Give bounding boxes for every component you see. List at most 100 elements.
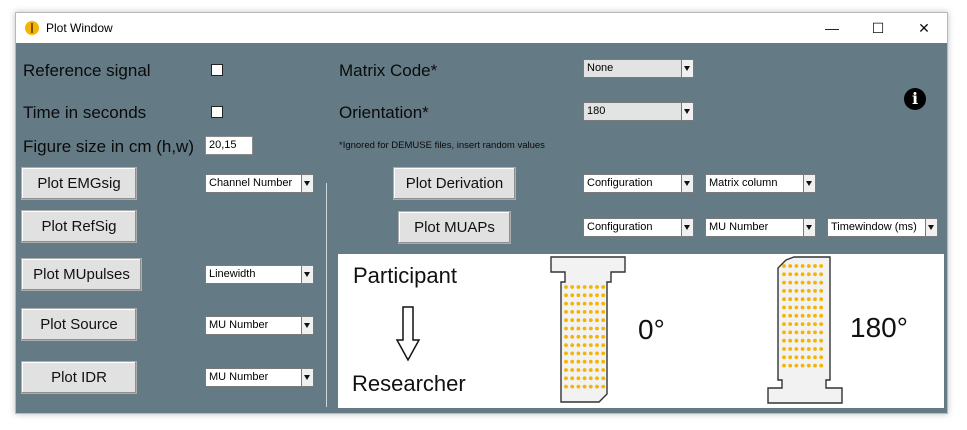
electrode-dot (564, 376, 568, 381)
electrode-dot (601, 359, 606, 364)
electrode-dot (582, 285, 587, 289)
plot-muaps-button[interactable]: Plot MUAPs (398, 211, 511, 244)
electrode-dot (782, 330, 786, 335)
electrode-dot (595, 310, 599, 314)
electrode-dot (588, 334, 593, 339)
reference-signal-checkbox[interactable] (211, 64, 223, 76)
derivation-configuration-dropdown[interactable]: Configuration (583, 174, 694, 193)
electrode-dot (588, 318, 593, 323)
electrode-dot (806, 363, 811, 368)
electrode-dot (813, 363, 817, 368)
minimize-button[interactable]: — (809, 13, 855, 43)
plot-derivation-button[interactable]: Plot Derivation (393, 167, 516, 200)
electrode-dot (570, 318, 575, 323)
plot-refsig-button[interactable]: Plot RefSig (21, 210, 137, 243)
close-button[interactable]: ✕ (901, 13, 947, 43)
electrode-dot (813, 347, 817, 351)
matrix-code-dropdown[interactable]: None (583, 59, 694, 78)
plot-mupulses-button[interactable]: Plot MUpulses (21, 258, 142, 291)
electrode-dot (794, 322, 799, 326)
orientation-dropdown[interactable]: 180 (583, 102, 694, 121)
electrode-dot (819, 355, 824, 360)
electrode-dot (564, 343, 568, 347)
electrode-dot (806, 272, 811, 277)
figure-size-input[interactable]: 20,15 (205, 136, 253, 155)
electrode-dot (788, 363, 793, 368)
channel-number-value: Channel Number (209, 177, 293, 189)
matrix-column-value: Matrix column (709, 177, 778, 189)
electrode-dot (588, 384, 593, 389)
linewidth-dropdown[interactable]: Linewidth (205, 265, 314, 284)
electrode-dot (576, 359, 581, 364)
electrode-dot (601, 334, 606, 339)
electrode-dot (806, 305, 811, 310)
electrode-dot (806, 347, 811, 351)
electrode-dot (819, 330, 824, 335)
electrode-dot (570, 310, 575, 314)
matrix-column-dropdown[interactable]: Matrix column (705, 174, 816, 193)
electrode-dot (788, 305, 793, 310)
electrode-dot (788, 297, 793, 302)
timewindow-dropdown[interactable]: Timewindow (ms) (827, 218, 938, 237)
plot-emgsig-button[interactable]: Plot EMGsig (21, 167, 137, 200)
title-bar: Plot Window — ☐ ✕ (16, 13, 947, 43)
info-icon[interactable]: i (904, 88, 926, 110)
electrode-dot (782, 347, 786, 351)
electrode-dot (800, 330, 805, 335)
electrode-dot (813, 264, 817, 268)
source-mu-number-value: MU Number (209, 319, 269, 331)
electrode-dot (788, 330, 793, 335)
plot-source-button[interactable]: Plot Source (21, 308, 137, 341)
electrode-dot (570, 334, 575, 339)
idr-mu-number-dropdown[interactable]: MU Number (205, 368, 314, 387)
electrode-dot (601, 310, 606, 314)
electrode-dot (782, 305, 786, 310)
source-mu-number-dropdown[interactable]: MU Number (205, 316, 314, 335)
angle-180-label: 180° (850, 312, 908, 343)
electrode-dot (819, 289, 824, 293)
electrode-dot (800, 297, 805, 302)
electrode-dot (588, 359, 593, 364)
electrode-dot (800, 264, 805, 268)
chevron-down-icon (301, 266, 313, 283)
electrode-dot (601, 301, 606, 306)
maximize-button[interactable]: ☐ (855, 13, 901, 43)
electrode-dot (782, 280, 786, 285)
time-in-seconds-checkbox[interactable] (211, 106, 223, 118)
electrode-dot (782, 264, 786, 268)
electrode-dot (813, 280, 817, 285)
electrode-dot (788, 322, 793, 326)
muaps-configuration-dropdown[interactable]: Configuration (583, 218, 694, 237)
electrode-dot (794, 355, 799, 360)
electrode-dot (564, 301, 568, 306)
electrode-dot (813, 305, 817, 310)
electrode-dot (582, 326, 587, 331)
orientation-label: Orientation* (339, 103, 429, 122)
electrode-dot (576, 285, 581, 289)
muaps-mu-number-dropdown[interactable]: MU Number (705, 218, 816, 237)
derivation-configuration-value: Configuration (587, 177, 653, 189)
channel-number-dropdown[interactable]: Channel Number (205, 174, 314, 193)
electrode-dot (564, 293, 568, 298)
electrode-dot (806, 313, 811, 318)
electrode-dot (800, 313, 805, 318)
electrode-dot (576, 334, 581, 339)
electrode-grid-0deg (550, 256, 626, 403)
electrode-dot (813, 330, 817, 335)
plot-idr-button[interactable]: Plot IDR (21, 361, 137, 394)
electrode-dot (819, 297, 824, 302)
electrode-dot (788, 272, 793, 277)
chevron-down-icon (925, 219, 937, 236)
electrode-dot (588, 368, 593, 372)
electrode-dot (819, 272, 824, 277)
electrode-dot (813, 313, 817, 318)
idr-mu-number-value: MU Number (209, 371, 269, 383)
electrode-dot (800, 280, 805, 285)
electrode-dot (794, 363, 799, 368)
electrode-dot (806, 322, 811, 326)
electrode-dot (806, 338, 811, 343)
electrode-dot (601, 376, 606, 381)
electrode-dot (564, 285, 568, 289)
electrode-dot (570, 343, 575, 347)
electrode-dot (576, 318, 581, 323)
